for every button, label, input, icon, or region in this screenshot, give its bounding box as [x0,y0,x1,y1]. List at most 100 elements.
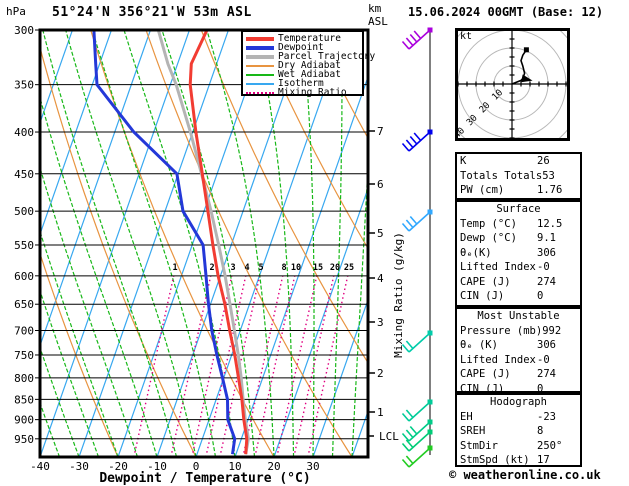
svg-text:6: 6 [377,178,384,191]
table-row: CIN (J) 0 [457,289,580,304]
row-value: 250° [537,439,563,452]
svg-text:4: 4 [244,263,249,273]
row-label: θₑ(K) [460,246,492,259]
svg-text:8: 8 [281,263,286,273]
svg-text:5: 5 [258,263,263,273]
table-row: K 26 [457,154,580,169]
row-label: StmDir [460,439,498,452]
dry-adiabat-swatch [246,64,274,67]
row-label: Lifted Index [460,261,536,273]
parcel-line-swatch [246,54,274,59]
row-value: 12.5 [537,217,563,230]
table-row: PW (cm) 1.76 [457,183,580,198]
credit-text: © weatheronline.co.uk [449,468,601,482]
wind-barb [401,129,433,152]
table-row: θₑ(K) 306 [457,246,580,261]
temperature-line-swatch [246,36,274,41]
isotherm-swatch [246,82,274,85]
row-value: 0 [537,290,544,302]
svg-text:400: 400 [14,126,34,139]
row-value: 9.1 [537,232,556,244]
table-row: θₑ (K) 306 [457,338,580,353]
svg-text:350: 350 [14,79,34,92]
most-unstable-table-title: Most Unstable [477,310,560,322]
svg-text:1: 1 [172,263,177,273]
legend-item: Mixing Ratio [246,87,359,98]
svg-text:700: 700 [14,325,34,338]
svg-text:300: 300 [14,24,34,37]
svg-text:7: 7 [377,125,384,138]
svg-text:20: 20 [330,263,340,273]
table-row: Temp (°C) 12.5 [457,217,580,232]
row-label: SREH [460,425,486,437]
row-value: 274 [537,368,556,380]
trace-top-marker [523,47,529,53]
svg-text:5: 5 [377,227,384,240]
mixing-ratio-swatch [246,91,274,94]
lcl-label: LCL [379,430,399,443]
svg-text:600: 600 [14,270,34,283]
km-asl-axis: 1 2 3 4 5 6 7 [368,125,384,419]
hodograph-table: Hodograph EH -23 SREH 8 StmDir 250° StmSpd (kt… [455,393,582,467]
table-row: CAPE (J) 274 [457,367,580,382]
svg-text:450: 450 [14,168,34,181]
row-value: 17 [537,454,550,466]
plot-area [41,31,367,456]
row-value: -0 [537,261,550,273]
sounding-page: hPa 51°24'N 356°21'W 53m ASL km ASL 15.0… [0,0,629,486]
svg-text:900: 900 [14,414,34,427]
table-row: Dewp (°C) 9.1 [457,231,580,246]
most-unstable-table: Most Unstable Pressure (mb) 992 θₑ (K) 306 L… [455,307,582,395]
wind-barb [401,27,433,50]
table-row: StmDir 250° [457,439,580,454]
row-label: CAPE (J) [460,368,511,380]
row-label: θₑ (K) [460,339,498,351]
wind-barb [401,209,433,232]
svg-text:25: 25 [344,263,354,273]
surface-table: Surface Temp (°C) 12.5 Dewp (°C) 9.1 θₑ(K) 30… [455,200,582,307]
wind-barb [401,330,433,353]
svg-text:950: 950 [14,433,34,446]
row-value: 306 [537,246,556,259]
table-row: Pressure (mb) 992 [457,324,580,339]
dewpoint-line-swatch [246,45,274,50]
svg-text:3: 3 [377,316,384,329]
row-value: 26 [537,155,550,167]
wet-adiabat-swatch [246,73,274,76]
hodograph-units-label: kt [460,31,473,42]
row-label: StmSpd (kt) [460,454,530,466]
row-label: Temp (°C) [460,217,517,230]
svg-text:500: 500 [14,205,34,218]
table-row: Totals Totals 53 [457,169,580,184]
table-row: StmSpd (kt) 17 [457,453,580,468]
pressure-axis-labels: 300 350 400 450 500 550 600 650 700 750 800 850 900 9… [14,24,40,446]
svg-text:3: 3 [230,263,235,273]
svg-text:550: 550 [14,239,34,252]
row-value: 306 [537,339,556,351]
row-label: CAPE (J) [460,275,511,288]
legend: Temperature Dewpoint Parcel Trajectory D… [241,30,375,98]
svg-text:750: 750 [14,349,34,362]
table-row: CAPE (J) 274 [457,275,580,290]
svg-text:4: 4 [377,272,384,285]
row-label: PW (cm) [460,184,505,196]
table-row: SREH 8 [457,424,580,439]
x-axis-title: Dewpoint / Temperature (°C) [99,471,311,486]
mixing-ratio-axis-label: Mixing Ratio (g/kg) [392,232,405,358]
row-value: 1.76 [537,184,563,196]
wind-barb-column [401,27,433,468]
row-value: -23 [537,410,556,423]
table-row: Lifted Index -0 [457,260,580,275]
row-value: 992 [542,324,562,337]
skewt-chart: 1 2 3 4 5 8 10 15 20 2530035040045050055060065070… [14,24,433,473]
svg-text:10: 10 [291,263,301,273]
hodograph-chart: 10203040 [455,28,570,141]
surface-table-title: Surface [496,203,541,215]
svg-text:850: 850 [14,393,34,406]
storm-motion-arrow [520,74,533,83]
table-row: EH -23 [457,410,580,425]
row-label: K [460,155,467,167]
row-label: Totals Totals [460,169,543,182]
svg-text:15: 15 [313,263,323,273]
table-row: Lifted Index -0 [457,353,580,368]
